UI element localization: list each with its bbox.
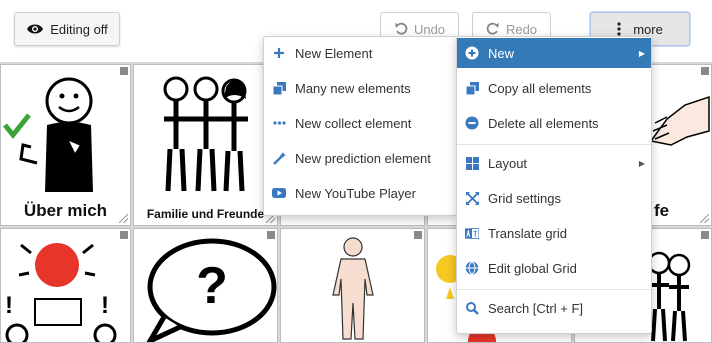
vertical-dots-icon [617, 22, 621, 36]
menu-item-label: Grid settings [488, 190, 561, 206]
menu-item-delete-all-elements[interactable]: Delete all elements [457, 108, 651, 138]
grid-layout-icon [465, 156, 479, 170]
question-speech-bubble-icon: ? [146, 238, 277, 342]
cell-label: Familie und Freunde [146, 207, 265, 221]
person-thumbs-up-icon [3, 77, 93, 192]
grid-cell-stop[interactable]: ! ! [0, 228, 131, 343]
grid-cell-uber-mich[interactable]: Über mich [0, 64, 131, 226]
menu-item-new-prediction-element[interactable]: New prediction element [264, 143, 456, 173]
menu-item-copy-all-elements[interactable]: Copy all elements [457, 73, 651, 103]
menu-item-label: Many new elements [295, 80, 411, 96]
menu-item-translate-grid[interactable]: Translate grid [457, 218, 651, 248]
menu-item-layout[interactable]: Layout ▶ [457, 148, 651, 178]
stop-warning-icon: ! ! [5, 243, 117, 342]
plus-icon [272, 46, 286, 60]
grid-cell-body[interactable] [280, 228, 425, 343]
resize-handle[interactable] [119, 214, 128, 223]
menu-item-label: Search [Ctrl + F] [488, 300, 583, 316]
menu-item-new-youtube-player[interactable]: New YouTube Player [264, 178, 456, 208]
menu-item-label: Copy all elements [488, 80, 592, 96]
menu-item-label: New prediction element [295, 150, 431, 166]
menu-item-label: New collect element [295, 115, 412, 131]
menu-item-label: Delete all elements [488, 115, 599, 131]
cell-corner-marker [414, 231, 422, 239]
menu-item-new-element[interactable]: New Element [264, 38, 456, 68]
undo-label: Undo [413, 21, 446, 37]
caret-right-icon: ▶ [638, 48, 645, 58]
redo-label: Redo [505, 21, 538, 37]
redo-icon [486, 22, 499, 35]
undo-icon [394, 22, 408, 35]
menu-item-label: New [488, 45, 515, 61]
grid-cell-question[interactable]: ? [133, 228, 278, 343]
new-submenu: New Element Many new elements New collec… [263, 36, 457, 216]
more-menu: New ▶ Copy all elements Delete all eleme… [456, 36, 652, 334]
copy-icon [272, 81, 286, 95]
resize-handle[interactable] [700, 214, 709, 223]
menu-separator [457, 144, 651, 145]
grid-cell-familie-und-freunde[interactable]: Familie und Freunde [133, 64, 278, 226]
menu-item-edit-global-grid[interactable]: Edit global Grid [457, 253, 651, 283]
globe-icon [465, 261, 479, 275]
menu-item-label: Translate grid [488, 225, 567, 241]
menu-item-new-collect-element[interactable]: New collect element [264, 108, 456, 138]
cell-corner-marker [267, 231, 275, 239]
family-friends-icon [163, 76, 248, 192]
menu-item-label: New Element [295, 45, 373, 61]
menu-item-new[interactable]: New ▶ [457, 38, 651, 68]
expand-arrows-icon [465, 191, 479, 205]
dots-icon [272, 116, 286, 130]
svg-text:?: ? [196, 257, 228, 315]
plus-circle-icon [465, 46, 479, 60]
youtube-icon [272, 186, 286, 200]
svg-text:!: ! [101, 292, 109, 319]
menu-item-search[interactable]: Search [Ctrl + F] [457, 293, 651, 323]
editing-label: Editing off [50, 21, 108, 37]
cell-corner-marker [120, 67, 128, 75]
cell-corner-marker [701, 67, 709, 75]
minus-circle-icon [465, 116, 479, 130]
search-icon [465, 301, 479, 315]
cell-corner-marker [701, 231, 709, 239]
eye-icon [27, 24, 44, 34]
cell-label: Über mich [23, 201, 108, 220]
editing-toggle-button[interactable]: Editing off [14, 12, 120, 46]
translate-icon [465, 226, 479, 240]
menu-item-label: Edit global Grid [488, 260, 577, 276]
copy-icon [465, 81, 479, 95]
caret-right-icon: ▶ [638, 158, 645, 168]
more-label: more [633, 21, 663, 37]
cell-corner-marker [120, 231, 128, 239]
menu-item-many-new-elements[interactable]: Many new elements [264, 73, 456, 103]
menu-item-label: New YouTube Player [295, 185, 416, 201]
menu-item-label: Layout [488, 155, 528, 171]
menu-separator [457, 289, 651, 290]
body-outline-icon [332, 237, 374, 340]
svg-text:!: ! [5, 292, 13, 319]
menu-item-grid-settings[interactable]: Grid settings [457, 183, 651, 213]
magic-wand-icon [272, 151, 286, 165]
